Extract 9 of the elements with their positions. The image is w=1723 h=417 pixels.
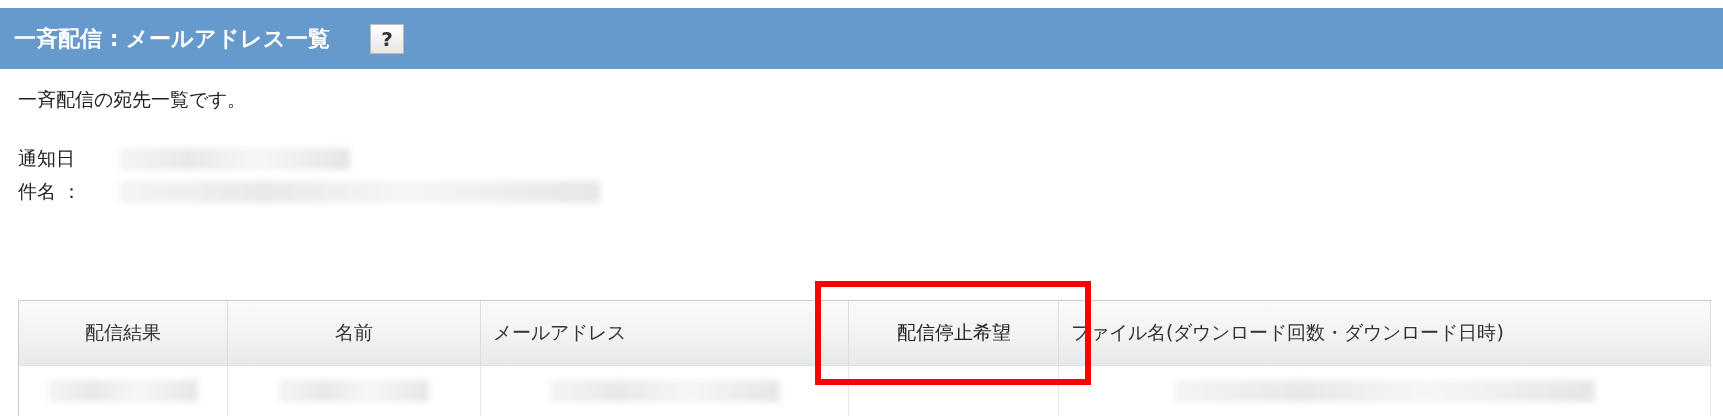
column-header: 配信結果 xyxy=(19,301,228,366)
column-header: メールアドレス xyxy=(481,301,849,366)
column-header: 名前 xyxy=(228,301,481,366)
column-header: 配信停止希望 xyxy=(849,301,1059,366)
field-label: 通知日 xyxy=(18,145,76,171)
description-text: 一斉配信の宛先一覧です。 xyxy=(18,87,247,112)
page-title: 一斉配信 : メールアドレス一覧 xyxy=(14,24,331,53)
help-button[interactable]: ? xyxy=(370,23,405,54)
field-label: 件名 ： xyxy=(18,178,83,204)
